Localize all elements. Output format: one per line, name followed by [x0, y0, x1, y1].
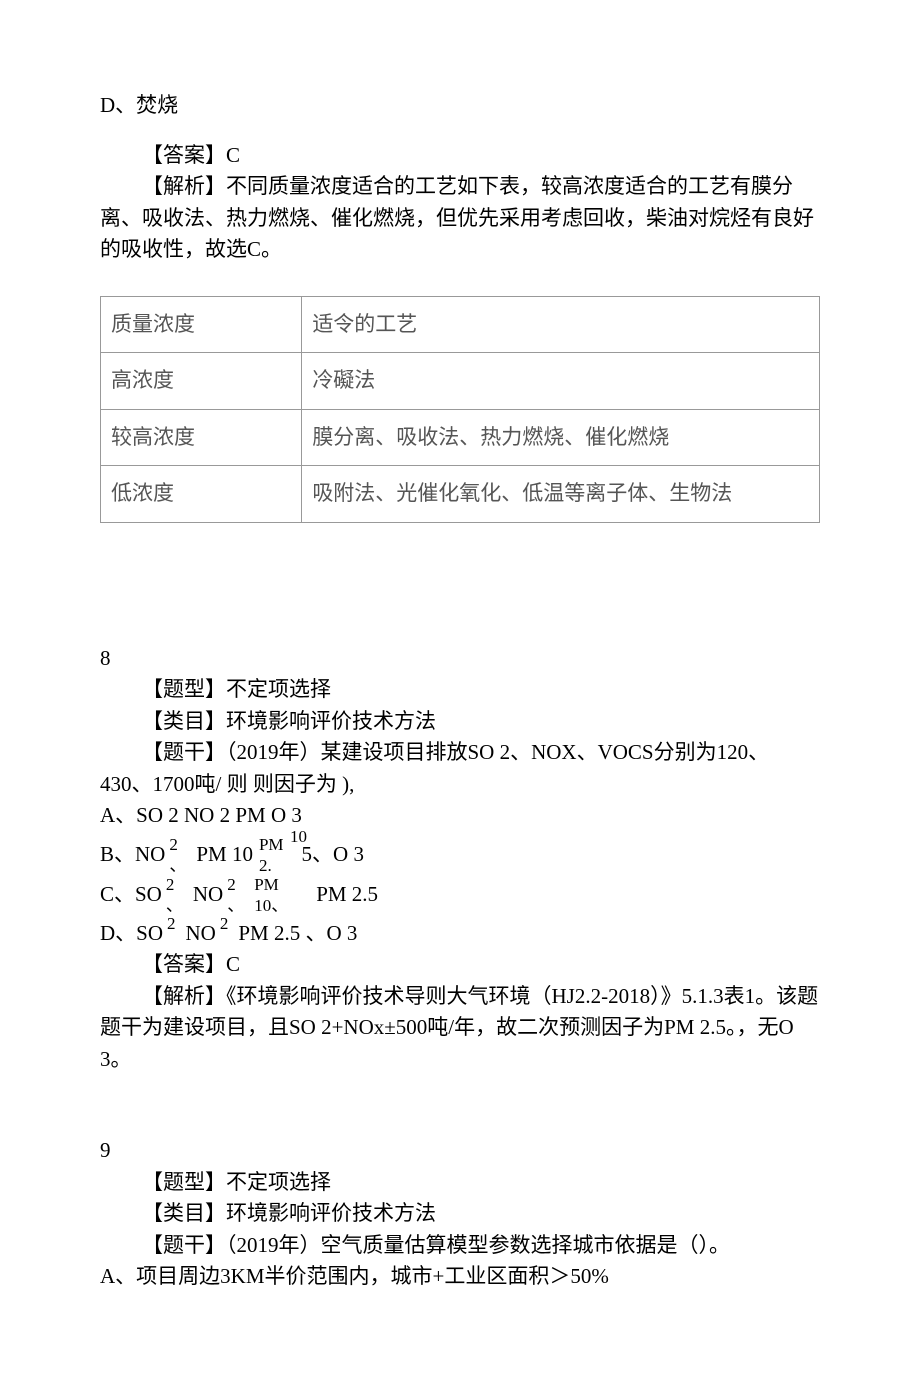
optb-tail: 5、O 3: [302, 839, 364, 871]
q8-analysis: 【解析】《环境影响评价技术导则大气环境（HJ2.2-2018）》5.1.3表1。…: [100, 981, 820, 1076]
table-cell: 较高浓度: [101, 409, 302, 466]
q9-category: 【类目】环境影响评价技术方法: [100, 1198, 820, 1230]
optc-sup2: 2: [227, 876, 244, 893]
q8-type: 【题型】不定项选择: [100, 674, 820, 706]
table-row: 质量浓度 适令的工艺: [101, 296, 820, 353]
optb-pmsub: 2.: [259, 857, 284, 874]
optc-pm: PM: [254, 876, 288, 893]
q7-answer: 【答案】C: [100, 140, 820, 172]
optc-no: NO: [193, 879, 223, 911]
table-cell: 冷礙法: [302, 353, 820, 410]
q8-answer: 【答案】C: [100, 949, 820, 981]
table-row: 较高浓度 膜分离、吸收法、热力燃烧、催化燃烧: [101, 409, 820, 466]
optd-tail: PM 2.5 、O 3: [238, 918, 357, 950]
q8-option-a-stray: 10: [290, 824, 307, 850]
optb-lead: B、NO: [100, 839, 165, 871]
table-row: 高浓度 冷礙法: [101, 353, 820, 410]
optc-10: 10、: [254, 897, 288, 914]
optd-lead: D、SO: [100, 918, 163, 950]
q9-type: 【题型】不定项选择: [100, 1167, 820, 1199]
q8-option-b: B、NO 2 、 PM 10 PM 2. 5、O 3: [100, 838, 820, 872]
q8-category: 【类目】环境影响评价技术方法: [100, 706, 820, 738]
optc-sub2: 、: [227, 897, 244, 914]
q7-table: 质量浓度 适令的工艺 高浓度 冷礙法 较高浓度 膜分离、吸收法、热力燃烧、催化燃…: [100, 296, 820, 523]
q9-stem: 【题干】（2019年）空气质量估算模型参数选择城市依据是（）。: [100, 1230, 820, 1262]
table-cell: 低浓度: [101, 466, 302, 523]
optb-sup1: 2: [169, 836, 186, 853]
q8-stem: 【题干】（2019年）某建设项目排放SO 2、NOX、VOCS分别为120、43…: [100, 737, 820, 800]
optc-lead: C、SO: [100, 879, 162, 911]
q9-number: 9: [100, 1135, 820, 1167]
table-header-2: 适令的工艺: [302, 296, 820, 353]
optb-pmsup: PM: [259, 836, 284, 853]
q7-option-d: D、焚烧: [100, 90, 820, 122]
table-cell: 高浓度: [101, 353, 302, 410]
q8-option-a: A、SO 2 NO 2 PM O 3: [100, 800, 820, 832]
q8-option-a-wrap: A、SO 2 NO 2 PM O 3 10: [100, 800, 820, 832]
optc-tail: PM 2.5: [316, 879, 378, 911]
optd-sup2: 2: [220, 911, 229, 937]
table-row: 低浓度 吸附法、光催化氧化、低温等离子体、生物法: [101, 466, 820, 523]
q8-option-d: D、SO 2 NO 2 PM 2.5 、O 3: [100, 918, 820, 950]
q8-number: 8: [100, 643, 820, 675]
optd-no: NO: [186, 918, 216, 950]
q8-option-c: C、SO 2 、 NO 2 、 PM 10、 PM 2.5: [100, 878, 820, 912]
optb-sub1: 、: [169, 857, 186, 874]
optc-sup1: 2: [166, 876, 183, 893]
q7-analysis: 【解析】不同质量浓度适合的工艺如下表，较高浓度适合的工艺有膜分离、吸收法、热力燃…: [100, 171, 820, 266]
table-cell: 膜分离、吸收法、热力燃烧、催化燃烧: [302, 409, 820, 466]
optd-sup1: 2: [167, 911, 176, 937]
q9-option-a: A、项目周边3KM半价范围内，城市+工业区面积＞50%: [100, 1261, 820, 1293]
table-header-1: 质量浓度: [101, 296, 302, 353]
table-cell: 吸附法、光催化氧化、低温等离子体、生物法: [302, 466, 820, 523]
optb-pm10: PM 10: [196, 839, 253, 871]
